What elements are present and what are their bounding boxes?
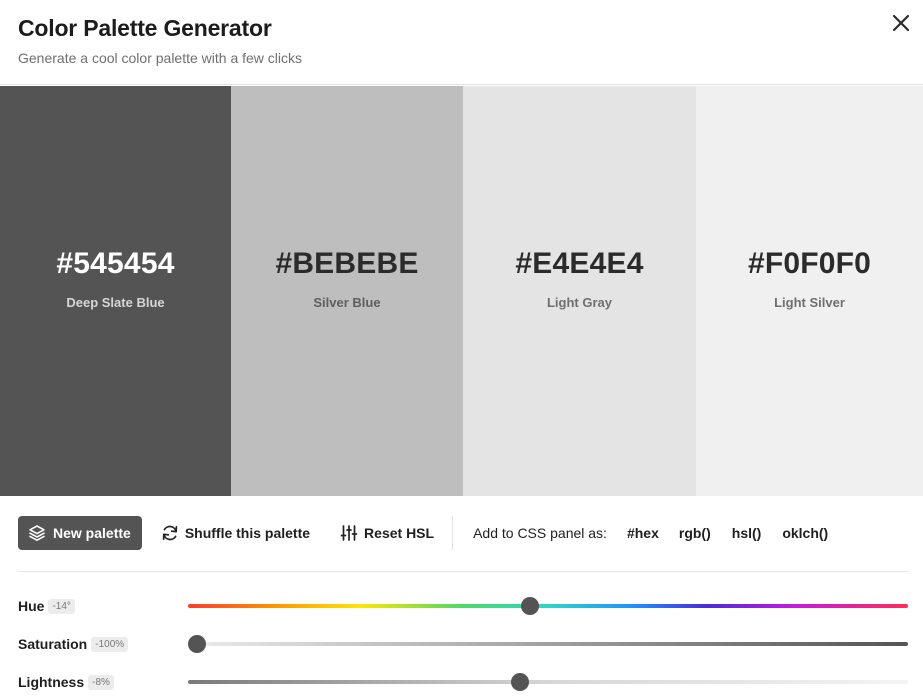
sliders-icon xyxy=(340,525,358,541)
reset-hsl-label: Reset HSL xyxy=(364,525,435,541)
reset-hsl-button[interactable]: Reset HSL xyxy=(340,516,434,550)
swatch[interactable]: #E4E4E4 Light Gray xyxy=(463,86,696,496)
hue-slider-row: Hue -14° xyxy=(18,596,908,616)
dialog-title: Color Palette Generator xyxy=(18,15,272,41)
swatch[interactable]: #545454 Deep Slate Blue xyxy=(0,86,231,496)
lightness-label: Lightness xyxy=(18,674,85,690)
swatch-name: Deep Slate Blue xyxy=(66,294,165,310)
hue-label-group: Hue -14° xyxy=(18,596,75,616)
swatch-hex[interactable]: #BEBEBE xyxy=(275,247,418,281)
format-hex-button[interactable]: #hex xyxy=(627,525,659,541)
hue-value-badge: -14° xyxy=(48,598,75,614)
lightness-slider-thumb[interactable] xyxy=(510,673,529,691)
new-palette-label: New palette xyxy=(53,525,131,541)
saturation-slider-track[interactable] xyxy=(188,642,908,646)
section-divider xyxy=(18,571,908,572)
swatch-name: Light Gray xyxy=(546,294,612,310)
saturation-slider-thumb[interactable] xyxy=(188,635,206,653)
palette-toolbar: New palette Shuffle this palette Reset H… xyxy=(18,516,908,550)
saturation-label-group: Saturation -100% xyxy=(18,634,129,654)
swatch-hex[interactable]: #E4E4E4 xyxy=(515,247,643,281)
shuffle-palette-button[interactable]: Shuffle this palette xyxy=(161,516,310,550)
close-icon xyxy=(892,14,910,32)
lightness-value-badge: -8% xyxy=(88,674,114,690)
refresh-icon xyxy=(162,525,178,541)
dialog-subtitle: Generate a cool color palette with a few… xyxy=(18,50,303,66)
shuffle-palette-label: Shuffle this palette xyxy=(184,525,311,541)
swatch-hex[interactable]: #F0F0F0 xyxy=(748,247,871,281)
new-palette-button[interactable]: New palette xyxy=(18,516,142,550)
hue-slider-track[interactable] xyxy=(188,604,908,608)
toolbar-divider xyxy=(452,516,454,550)
layers-icon xyxy=(29,525,45,541)
format-hsl-button[interactable]: hsl() xyxy=(732,525,762,541)
format-oklch-button[interactable]: oklch() xyxy=(782,525,828,541)
palette-swatches: #545454 Deep Slate Blue #BEBEBE Silver B… xyxy=(0,86,923,496)
css-panel-label: Add to CSS panel as: xyxy=(473,525,607,541)
swatch[interactable]: #BEBEBE Silver Blue xyxy=(231,86,463,496)
close-button[interactable] xyxy=(888,10,914,36)
swatch[interactable]: #F0F0F0 Light Silver xyxy=(696,86,923,496)
saturation-slider-row: Saturation -100% xyxy=(18,634,908,654)
swatch-hex[interactable]: #545454 xyxy=(56,247,174,281)
lightness-slider-track[interactable] xyxy=(188,680,908,684)
format-rgb-button[interactable]: rgb() xyxy=(679,525,711,541)
saturation-label: Saturation xyxy=(18,636,88,652)
hue-label: Hue xyxy=(18,598,45,614)
saturation-value-badge: -100% xyxy=(91,636,129,652)
lightness-slider-row: Lightness -8% xyxy=(18,672,908,692)
hue-slider-thumb[interactable] xyxy=(521,597,540,615)
lightness-label-group: Lightness -8% xyxy=(18,672,114,692)
swatch-name: Silver Blue xyxy=(313,294,381,310)
dialog-header: Color Palette Generator Generate a cool … xyxy=(0,0,923,85)
swatch-name: Light Silver xyxy=(774,294,845,310)
